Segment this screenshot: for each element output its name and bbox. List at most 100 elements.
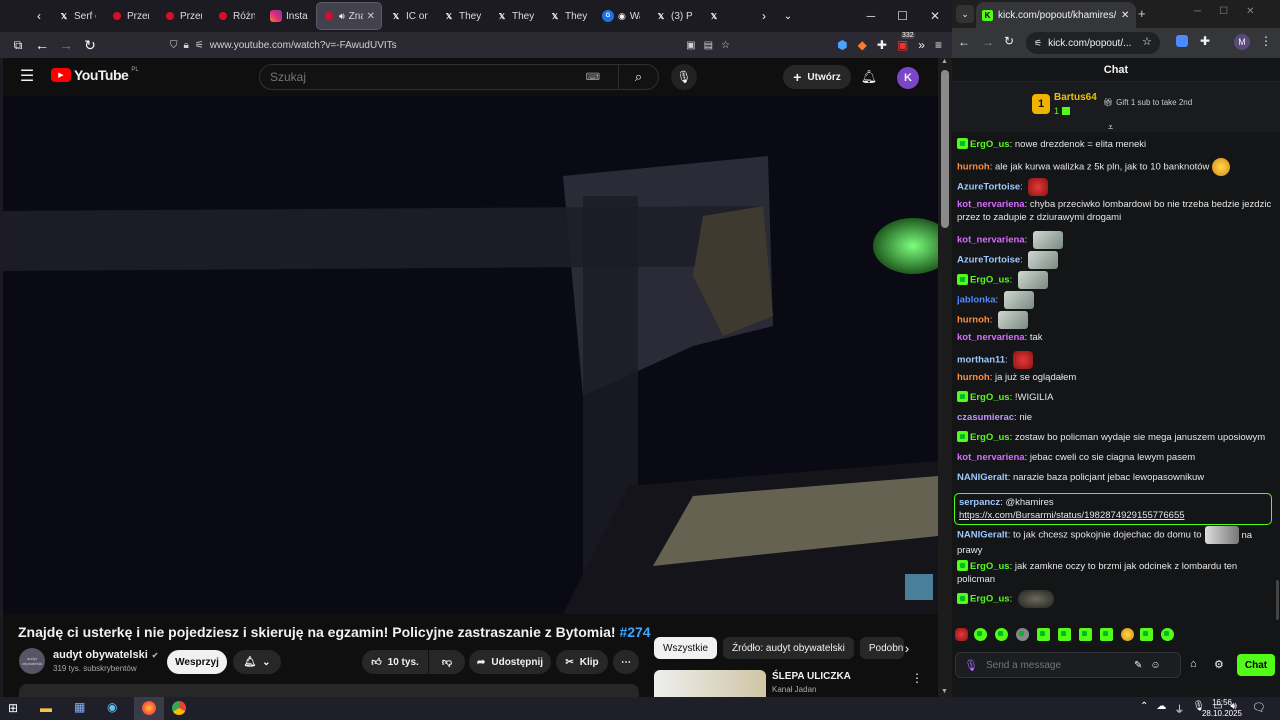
- chat-link[interactable]: https://x.com/Bursarmi/status/1982874929…: [959, 510, 1185, 521]
- chat-username[interactable]: ErgO_us: [970, 432, 1010, 443]
- clip-button[interactable]: ✂ Klip: [556, 650, 608, 674]
- extension-shield-icon[interactable]: ⬢: [837, 38, 847, 52]
- like-button[interactable]: 👍︎ 10 tys.: [362, 650, 428, 674]
- channel-name[interactable]: audyt obywatelski: [53, 649, 148, 661]
- search-box[interactable]: ⌨ ⌕: [259, 64, 659, 90]
- chrome-reload-icon[interactable]: ↻: [1004, 34, 1014, 48]
- url-bar[interactable]: ⛉ 🔒︎ ⚟ www.youtube.com/watch?v=-FAwudUVI…: [170, 35, 730, 55]
- chrome-minimize-icon[interactable]: ─: [1194, 6, 1201, 17]
- chat-username[interactable]: ErgO_us: [970, 392, 1010, 403]
- chat-username[interactable]: ErgO_us: [970, 594, 1010, 605]
- page-scrollbar[interactable]: ▲ ▼: [938, 58, 952, 697]
- extension-translate-icon[interactable]: [1176, 35, 1188, 47]
- extensions-puzzle-icon[interactable]: ✚: [877, 38, 887, 52]
- dislike-button[interactable]: 👎︎: [429, 650, 465, 674]
- video-hashtag-link[interactable]: #274: [619, 624, 650, 640]
- chrome-scrollbar[interactable]: [1276, 580, 1279, 620]
- firefox-tab[interactable]: Instag: [264, 3, 314, 29]
- close-tab-icon[interactable]: ✕: [1121, 10, 1129, 21]
- firefox-tab[interactable]: Przem: [105, 3, 155, 29]
- chat-username[interactable]: morthan11: [957, 355, 1005, 366]
- chat-username[interactable]: kot_nervariena: [957, 332, 1025, 343]
- chat-username[interactable]: hurnoh: [957, 315, 990, 326]
- notification-center-icon[interactable]: 🗨︎: [1252, 701, 1266, 714]
- speaker-icon[interactable]: 🔊︎: [339, 11, 345, 22]
- chrome-extensions-icon[interactable]: ✚: [1200, 34, 1210, 48]
- tabs-scroll-right-icon[interactable]: ›: [752, 4, 776, 28]
- text-tools-icon[interactable]: ✎: [1134, 660, 1142, 671]
- tray-chevron-icon[interactable]: ⌃: [1140, 701, 1148, 716]
- list-all-tabs-icon[interactable]: ⌄: [776, 4, 800, 28]
- emote-green-icon[interactable]: [974, 628, 987, 641]
- back-arrow-icon[interactable]: ←: [30, 33, 54, 57]
- steam-icon[interactable]: ◉: [107, 700, 117, 714]
- url-text[interactable]: www.youtube.com/watch?v=-FAwudUVITs: [210, 40, 397, 51]
- scrollbar-thumb[interactable]: [941, 70, 949, 228]
- chat-username[interactable]: kot_nervariena: [957, 235, 1025, 246]
- share-button[interactable]: ➦ Udostępnij: [469, 650, 551, 674]
- chat-username[interactable]: AzureTortoise: [957, 182, 1020, 193]
- onedrive-icon[interactable]: ☁: [1156, 701, 1166, 716]
- chrome-maximize-icon[interactable]: ☐: [1219, 6, 1228, 17]
- notification-bell-dropdown[interactable]: 🔔︎ ⌄: [233, 650, 281, 674]
- clock[interactable]: 16:56 28.10.2025: [1200, 697, 1244, 719]
- chip-similar[interactable]: Podobn: [859, 637, 904, 659]
- gift-sub-prompt[interactable]: 🎁︎ Gift 1 sub to take 2nd: [1103, 98, 1192, 107]
- firefox-tab[interactable]: Różni: [211, 3, 261, 29]
- chat-username[interactable]: NANIGeralt: [957, 530, 1008, 541]
- chrome-taskbar-icon[interactable]: [172, 701, 186, 715]
- chat-username[interactable]: ErgO_us: [970, 139, 1010, 150]
- chat-username[interactable]: kot_nervariena: [957, 199, 1025, 210]
- emote-red-face-icon[interactable]: [955, 628, 968, 641]
- account-avatar[interactable]: K: [897, 67, 919, 89]
- store-icon[interactable]: ⌂: [1190, 658, 1197, 670]
- create-button[interactable]: + Utwórz: [783, 65, 851, 89]
- chat-username[interactable]: jablonka: [957, 295, 996, 306]
- chat-username[interactable]: kot_nervariena: [957, 452, 1025, 463]
- more-actions-icon[interactable]: ⋯: [613, 650, 639, 674]
- chrome-profile-avatar[interactable]: M: [1234, 34, 1250, 50]
- firefox-tab[interactable]: 𝕏 They g: [490, 3, 540, 29]
- voice-search-icon[interactable]: 🎙︎: [671, 64, 697, 90]
- permissions-icon[interactable]: ⚟: [195, 40, 204, 51]
- all-tabs-chevron-icon[interactable]: ‹: [30, 4, 48, 28]
- firefox-tab[interactable]: 𝕏 Serf o: [52, 3, 102, 29]
- chip-all[interactable]: Wszystkie: [654, 637, 717, 659]
- firefox-tab[interactable]: 𝕏 They g: [543, 3, 593, 29]
- chrome-close-icon[interactable]: ✕: [1246, 6, 1254, 17]
- overflow-chevron-icon[interactable]: »: [918, 38, 925, 52]
- emote-green-icon[interactable]: [1100, 628, 1113, 641]
- chat-message-input[interactable]: [985, 659, 1126, 671]
- recommended-title[interactable]: ŚLEPA ULICZKA: [772, 671, 851, 682]
- chat-username[interactable]: ErgO_us: [970, 561, 1010, 572]
- chip-source[interactable]: Źródło: audyt obywatelski: [723, 637, 854, 659]
- chrome-forward-icon[interactable]: →: [982, 35, 994, 49]
- firefox-tab[interactable]: Przem: [158, 3, 208, 29]
- minimize-icon[interactable]: ─: [867, 9, 876, 23]
- emote-grey-icon[interactable]: [1016, 628, 1029, 641]
- firefox-tab[interactable]: 𝕏: [702, 3, 752, 29]
- chat-username[interactable]: ErgO_us: [970, 275, 1010, 286]
- emote-green-icon[interactable]: [1140, 628, 1153, 641]
- support-button[interactable]: Wesprzyj: [167, 650, 227, 674]
- chrome-tab-kick[interactable]: K kick.com/popout/khamires/cha ✕: [976, 2, 1136, 28]
- chat-username[interactable]: AzureTortoise: [957, 255, 1020, 266]
- firefox-tab[interactable]: 𝕏 IC on: [384, 3, 434, 29]
- mic-icon[interactable]: 🎙︎: [964, 659, 978, 672]
- description-box[interactable]: [19, 684, 639, 697]
- chrome-omnibox[interactable]: ⚟ kick.com/popout/...: [1026, 32, 1160, 54]
- youtube-logo[interactable]: ▶ YouTube PL: [51, 67, 139, 83]
- close-window-icon[interactable]: ✕: [930, 9, 940, 23]
- reader-view-icon[interactable]: ▤: [704, 40, 713, 51]
- chips-next-chevron-icon[interactable]: ›: [899, 638, 915, 658]
- scroll-up-icon[interactable]: ▲: [941, 58, 948, 65]
- firefox-taskbar-button[interactable]: [134, 697, 164, 720]
- close-tab-icon[interactable]: ✕: [367, 11, 375, 22]
- chrome-url-text[interactable]: kick.com/popout/...: [1048, 38, 1131, 49]
- emote-yellow-icon[interactable]: [1121, 628, 1134, 641]
- send-chat-button[interactable]: Chat: [1237, 654, 1275, 676]
- search-input[interactable]: [260, 70, 560, 84]
- chat-username[interactable]: czasumierac: [957, 412, 1014, 423]
- video-player[interactable]: [3, 96, 938, 614]
- chat-username[interactable]: hurnoh: [957, 372, 990, 383]
